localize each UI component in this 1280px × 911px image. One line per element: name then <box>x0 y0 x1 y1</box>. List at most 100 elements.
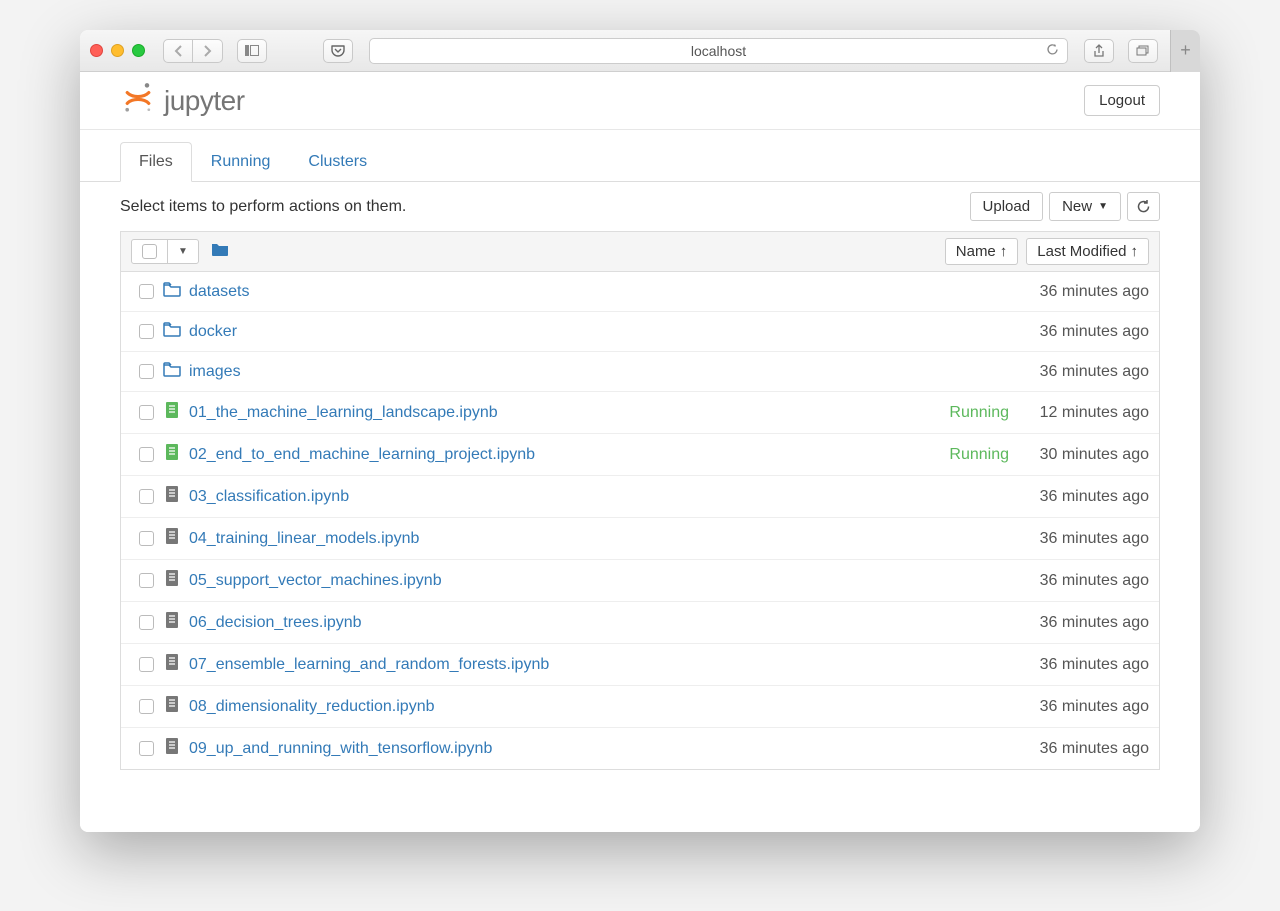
modified-time: 36 minutes ago <box>1019 740 1149 758</box>
file-link[interactable]: 01_the_machine_learning_landscape.ipynb <box>189 404 498 422</box>
notebook-icon <box>161 527 183 550</box>
caret-down-icon: ▼ <box>1098 201 1108 212</box>
logout-button[interactable]: Logout <box>1084 85 1160 116</box>
file-link[interactable]: 07_ensemble_learning_and_random_forests.… <box>189 656 549 674</box>
select-all-checkbox[interactable] <box>132 240 168 263</box>
notebook-icon <box>161 737 183 760</box>
file-row: 04_training_linear_models.ipynb36 minute… <box>121 518 1159 560</box>
minimize-window-button[interactable] <box>111 44 124 57</box>
file-row: 01_the_machine_learning_landscape.ipynb R… <box>121 392 1159 434</box>
file-row: 02_end_to_end_machine_learning_project.i… <box>121 434 1159 476</box>
nav-buttons <box>163 39 223 63</box>
modified-time: 36 minutes ago <box>1019 572 1149 590</box>
new-menu-button[interactable]: New ▼ <box>1049 192 1121 221</box>
arrow-up-icon: ↑ <box>1000 243 1008 260</box>
refresh-button[interactable] <box>1127 192 1160 221</box>
file-link[interactable]: docker <box>189 323 237 341</box>
jupyter-header: jupyter Logout <box>80 72 1200 130</box>
row-checkbox[interactable] <box>131 489 161 504</box>
address-bar[interactable]: localhost <box>369 38 1068 64</box>
row-checkbox[interactable] <box>131 531 161 546</box>
file-link[interactable]: 03_classification.ipynb <box>189 488 349 506</box>
sort-modified-button[interactable]: Last Modified ↑ <box>1026 238 1149 265</box>
jupyter-logo-text: jupyter <box>164 85 245 117</box>
tab-files[interactable]: Files <box>120 142 192 182</box>
file-row: 09_up_and_running_with_tensorflow.ipynb 3… <box>121 728 1159 769</box>
reload-icon[interactable] <box>1046 43 1059 59</box>
file-link[interactable]: datasets <box>189 283 249 301</box>
toolbar-actions: Upload New ▼ <box>970 192 1160 221</box>
row-checkbox[interactable] <box>131 405 161 420</box>
close-window-button[interactable] <box>90 44 103 57</box>
modified-time: 36 minutes ago <box>1019 614 1149 632</box>
file-list: ▼ Name ↑ Last Modified ↑ datasets 36 minu… <box>120 231 1160 770</box>
row-checkbox[interactable] <box>131 615 161 630</box>
file-link[interactable]: 06_decision_trees.ipynb <box>189 614 362 632</box>
row-checkbox[interactable] <box>131 741 161 756</box>
file-link[interactable]: 08_dimensionality_reduction.ipynb <box>189 698 435 716</box>
jupyter-page: jupyter Logout Files Running Clusters Se… <box>80 72 1200 832</box>
jupyter-logo-icon <box>120 80 156 121</box>
file-link[interactable]: 04_training_linear_models.ipynb <box>189 530 419 548</box>
file-row: 05_support_vector_machines.ipynb 36 minut… <box>121 560 1159 602</box>
file-link[interactable]: 02_end_to_end_machine_learning_project.i… <box>189 446 535 464</box>
share-icon <box>1093 44 1105 58</box>
sort-name-button[interactable]: Name ↑ <box>945 238 1019 265</box>
sidebar-toggle-button[interactable] <box>237 39 267 63</box>
modified-time: 36 minutes ago <box>1019 698 1149 716</box>
folder-icon <box>161 321 183 342</box>
pocket-icon <box>331 45 345 57</box>
browser-titlebar: localhost + <box>80 30 1200 72</box>
new-tab-button[interactable]: + <box>1170 30 1200 72</box>
row-checkbox[interactable] <box>131 364 161 379</box>
file-row: images 36 minutes ago <box>121 352 1159 392</box>
toolbar: Select items to perform actions on them.… <box>80 182 1200 231</box>
tab-clusters[interactable]: Clusters <box>289 142 386 182</box>
back-button[interactable] <box>163 39 193 63</box>
modified-time: 36 minutes ago <box>1019 656 1149 674</box>
folder-icon <box>161 361 183 382</box>
breadcrumb-root[interactable] <box>211 241 229 262</box>
maximize-window-button[interactable] <box>132 44 145 57</box>
upload-button[interactable]: Upload <box>970 192 1044 221</box>
running-status: Running <box>949 446 1009 464</box>
tabs-button[interactable] <box>1128 39 1158 63</box>
folder-icon <box>161 281 183 302</box>
row-checkbox[interactable] <box>131 573 161 588</box>
share-button[interactable] <box>1084 39 1114 63</box>
row-checkbox[interactable] <box>131 324 161 339</box>
file-row: 08_dimensionality_reduction.ipynb 36 minu… <box>121 686 1159 728</box>
row-checkbox[interactable] <box>131 657 161 672</box>
toolbar-hint: Select items to perform actions on them. <box>120 198 406 216</box>
tab-running[interactable]: Running <box>192 142 290 182</box>
notebook-icon <box>161 485 183 508</box>
row-checkbox[interactable] <box>131 447 161 462</box>
pocket-button[interactable] <box>323 39 353 63</box>
file-row: docker 36 minutes ago <box>121 312 1159 352</box>
browser-window: localhost + <box>80 30 1200 832</box>
row-checkbox[interactable] <box>131 284 161 299</box>
notebook-icon <box>161 653 183 676</box>
file-link[interactable]: images <box>189 363 241 381</box>
file-row: datasets 36 minutes ago <box>121 272 1159 312</box>
file-list-header: ▼ Name ↑ Last Modified ↑ <box>121 232 1159 272</box>
tabs: Files Running Clusters <box>80 130 1200 182</box>
arrow-up-icon: ↑ <box>1131 243 1139 260</box>
modified-time: 36 minutes ago <box>1019 283 1149 301</box>
file-link[interactable]: 09_up_and_running_with_tensorflow.ipynb <box>189 740 492 758</box>
jupyter-logo[interactable]: jupyter <box>120 80 245 121</box>
select-menu-toggle[interactable]: ▼ <box>168 240 198 263</box>
file-link[interactable]: 05_support_vector_machines.ipynb <box>189 572 442 590</box>
notebook-icon <box>161 695 183 718</box>
row-checkbox[interactable] <box>131 699 161 714</box>
refresh-icon <box>1136 199 1151 214</box>
file-row: 07_ensemble_learning_and_random_forests.… <box>121 644 1159 686</box>
modified-time: 36 minutes ago <box>1019 363 1149 381</box>
forward-button[interactable] <box>193 39 223 63</box>
modified-time: 36 minutes ago <box>1019 323 1149 341</box>
select-all-group: ▼ <box>131 239 199 264</box>
modified-time: 12 minutes ago <box>1019 404 1149 422</box>
modified-time: 36 minutes ago <box>1019 488 1149 506</box>
file-rows: datasets 36 minutes ago docker 36 minutes a… <box>121 272 1159 769</box>
running-status: Running <box>949 404 1009 422</box>
